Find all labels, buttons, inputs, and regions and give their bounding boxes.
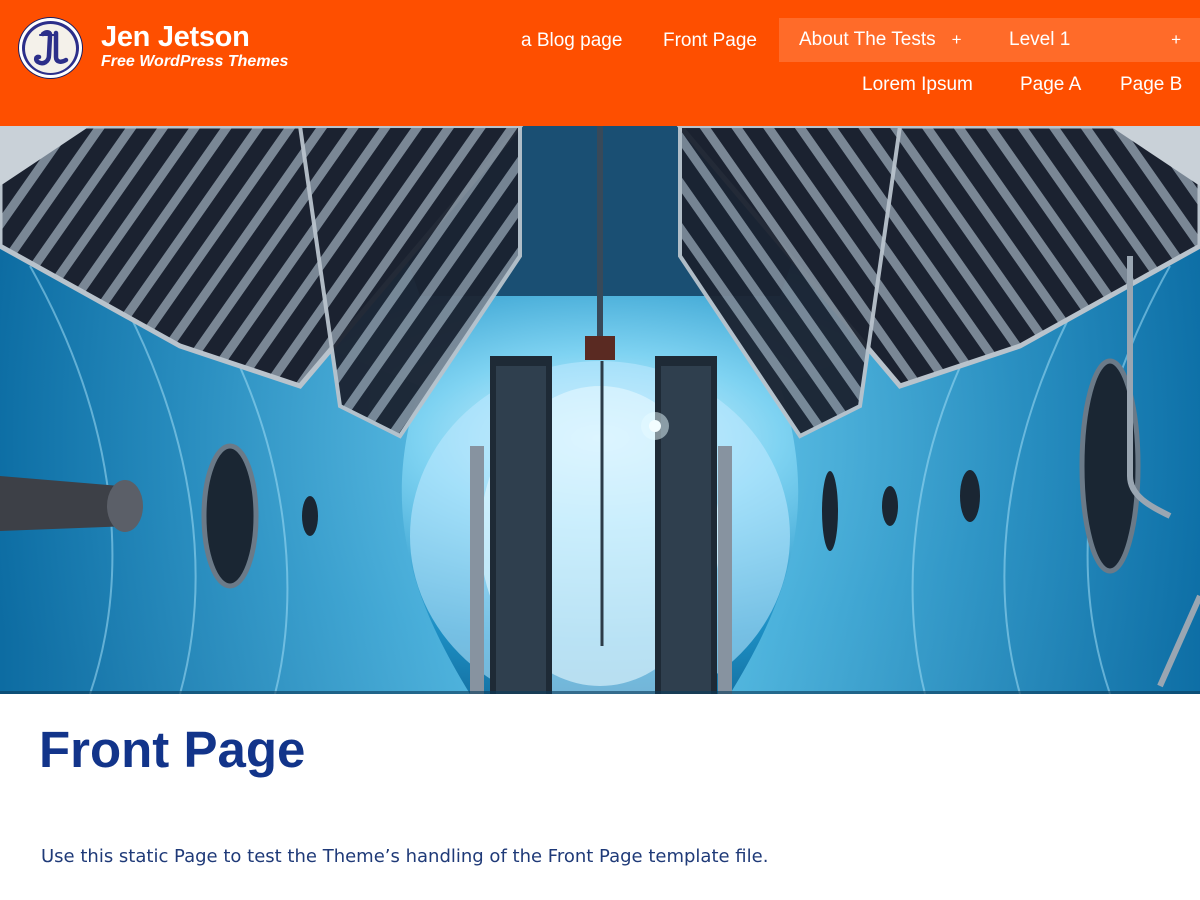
jl-monogram-logo-icon	[25, 23, 76, 73]
site-logo[interactable]	[19, 18, 82, 78]
nav-item-level-1[interactable]: Level 1 +	[989, 18, 1200, 62]
nav-item-front-page[interactable]: Front Page	[663, 19, 757, 63]
nav-item-label: About The Tests	[799, 29, 936, 50]
nav-item-page-b[interactable]: Page B	[1120, 63, 1182, 107]
nav-item-label: Front Page	[663, 30, 757, 51]
header-hero-image	[0, 126, 1200, 694]
plus-icon[interactable]: +	[1171, 30, 1181, 50]
nav-item-label: Page A	[1020, 74, 1082, 95]
site-title[interactable]: Jen Jetson	[101, 20, 288, 54]
nav-item-label: Lorem Ipsum	[862, 74, 973, 95]
nav-item-label: Page B	[1120, 74, 1183, 95]
main-content: Front Page Use this static Page to test …	[0, 694, 1200, 900]
nav-item-blog-page[interactable]: a Blog page	[521, 19, 622, 63]
page-body-text: Use this static Page to test the Theme’s…	[41, 846, 769, 867]
plus-icon[interactable]: +	[952, 30, 962, 50]
page-title: Front Page	[39, 721, 306, 778]
site-branding: Jen Jetson Free WordPress Themes	[19, 18, 288, 78]
nav-item-about-the-tests[interactable]: About The Tests +	[779, 18, 989, 62]
site-header: Jen Jetson Free WordPress Themes a Blog …	[0, 0, 1200, 126]
nav-item-label: a Blog page	[521, 30, 623, 51]
logo-monogram-graphic	[33, 30, 68, 66]
site-tagline: Free WordPress Themes	[101, 53, 289, 70]
nav-item-page-a[interactable]: Page A	[1020, 63, 1081, 107]
vacuum-chamber-illustration	[0, 126, 1200, 694]
nav-item-label: Level 1	[1009, 29, 1071, 50]
nav-item-lorem-ipsum[interactable]: Lorem Ipsum	[862, 63, 973, 107]
